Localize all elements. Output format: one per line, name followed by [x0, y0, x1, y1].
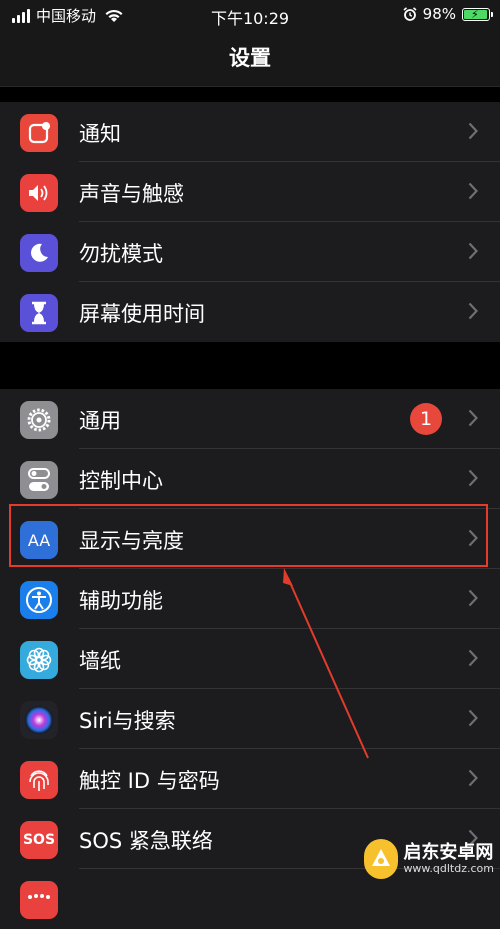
- chevron-right-icon: [468, 242, 478, 260]
- settings-group-1: 通知 声音与触感 勿扰模式 屏幕使用时间: [0, 102, 500, 342]
- settings-row-siri-search[interactable]: Siri与搜索: [0, 689, 500, 749]
- alarm-icon: [403, 7, 417, 21]
- settings-row-screen-time[interactable]: 屏幕使用时间: [0, 282, 500, 342]
- row-label: 辅助功能: [79, 589, 163, 613]
- siri-icon: [20, 701, 58, 739]
- notification-badge: 1: [410, 403, 442, 435]
- gear-icon: [20, 401, 58, 439]
- watermark-title: 启东安卓网: [403, 842, 494, 864]
- chevron-right-icon: [468, 769, 478, 787]
- row-label: 通知: [79, 122, 121, 146]
- status-bar: 中国移动 下午10:29 98% ⚡: [0, 0, 500, 30]
- row-label: SOS 紧急联络: [79, 829, 213, 853]
- speaker-icon: [20, 174, 58, 212]
- battery-icon: ⚡: [462, 7, 493, 21]
- row-label: 通用: [79, 409, 121, 433]
- settings-row-general[interactable]: 通用 1: [0, 389, 500, 449]
- chevron-right-icon: [468, 469, 478, 487]
- toggles-icon: [20, 461, 58, 499]
- flower-icon: [20, 641, 58, 679]
- chevron-right-icon: [468, 182, 478, 200]
- battery-percent: 98%: [422, 5, 456, 23]
- row-label: 墙纸: [79, 649, 121, 673]
- settings-row-notifications[interactable]: 通知: [0, 102, 500, 162]
- row-label: 触控 ID 与密码: [79, 769, 220, 793]
- notifications-icon: [20, 114, 58, 152]
- chevron-right-icon: [468, 709, 478, 727]
- chevron-right-icon: [468, 589, 478, 607]
- watermark-logo-icon: [364, 839, 399, 879]
- settings-row-sounds[interactable]: 声音与触感: [0, 162, 500, 222]
- chevron-right-icon: [468, 649, 478, 667]
- row-label: 勿扰模式: [79, 242, 163, 266]
- highlight-box: [9, 504, 488, 567]
- privacy-icon: [20, 881, 58, 919]
- row-label: 屏幕使用时间: [79, 302, 205, 326]
- page-title: 设置: [229, 46, 271, 70]
- accessibility-icon: [20, 581, 58, 619]
- navigation-bar: 设置: [0, 30, 500, 87]
- fingerprint-icon: [20, 761, 58, 799]
- chevron-right-icon: [468, 409, 478, 427]
- moon-icon: [20, 234, 58, 272]
- hourglass-icon: [20, 294, 58, 332]
- settings-row-accessibility[interactable]: 辅助功能: [0, 569, 500, 629]
- settings-row-control-center[interactable]: 控制中心: [0, 449, 500, 509]
- row-label: Siri与搜索: [79, 709, 176, 733]
- settings-row-wallpaper[interactable]: 墙纸: [0, 629, 500, 689]
- watermark-url: www.qdltdz.com: [403, 861, 494, 875]
- settings-row-do-not-disturb[interactable]: 勿扰模式: [0, 222, 500, 282]
- chevron-right-icon: [468, 302, 478, 320]
- row-label: 控制中心: [79, 469, 163, 493]
- watermark: 启东安卓网 www.qdltdz.com: [364, 837, 494, 881]
- chevron-right-icon: [468, 122, 478, 140]
- row-label: 声音与触感: [79, 182, 184, 206]
- sos-icon: SOS: [20, 821, 58, 859]
- settings-row-touch-id[interactable]: 触控 ID 与密码: [0, 749, 500, 809]
